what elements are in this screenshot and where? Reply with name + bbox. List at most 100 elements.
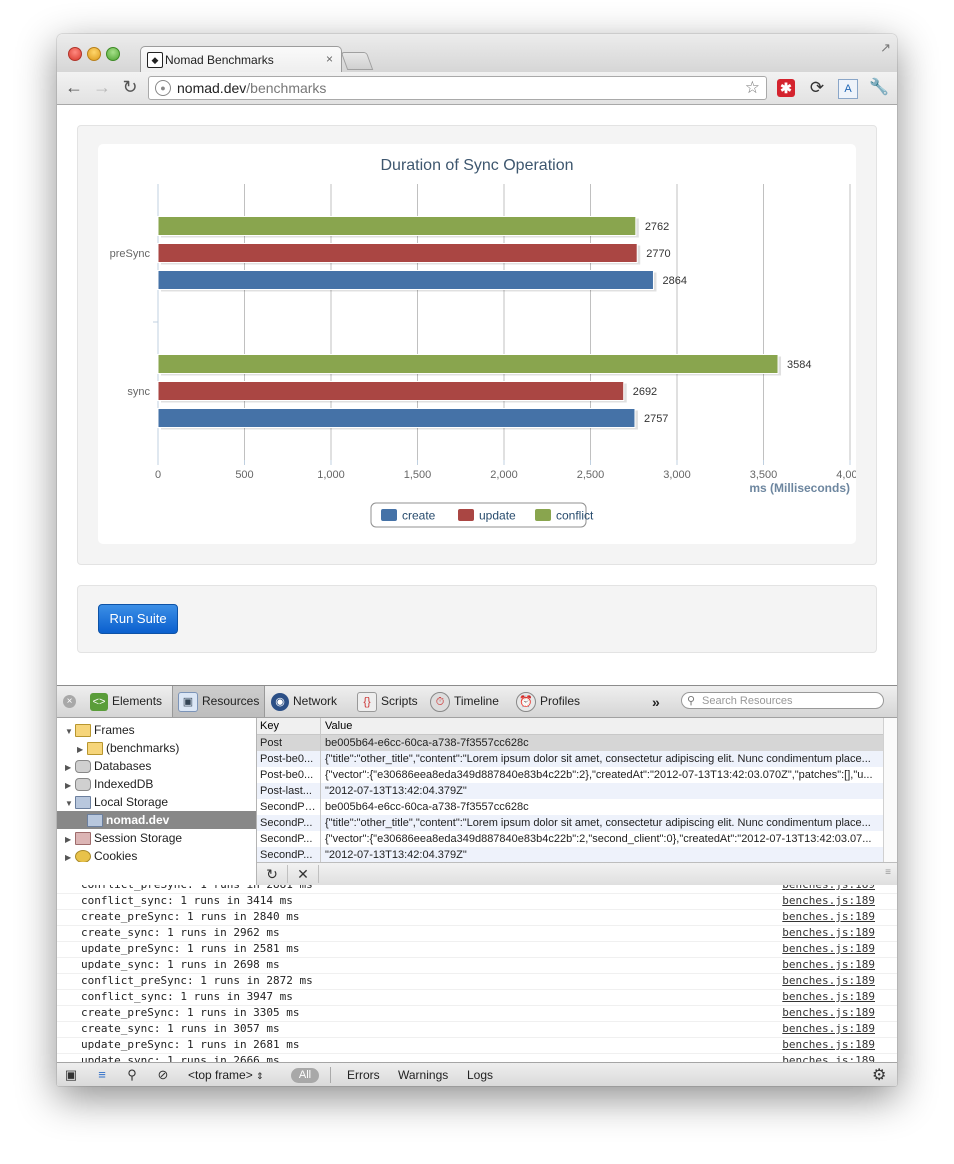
forward-button[interactable]: → (92, 77, 112, 98)
console-source-link[interactable]: benches.js:189 (782, 925, 875, 941)
browser-tab[interactable]: ◆ Nomad Benchmarks × (140, 46, 342, 73)
x-tick-label: 2,000 (490, 469, 518, 481)
console-source-link[interactable]: benches.js:189 (782, 1053, 875, 1062)
more-tabs-button[interactable]: » (652, 694, 660, 710)
console-source-link[interactable]: benches.js:189 (782, 893, 875, 909)
tree-label: IndexedDB (94, 777, 154, 791)
row-key: SecondP... (260, 833, 313, 845)
tree-label: (benchmarks) (106, 741, 180, 755)
local-storage-table: Key Value Post be005b64-e6cc-60ca-a738-7f… (257, 718, 883, 862)
run-suite-button[interactable]: Run Suite (98, 604, 178, 634)
translate-extension-icon[interactable]: A (838, 79, 858, 99)
tree-item-local-storage[interactable]: ▼ Local Storage (65, 793, 255, 811)
x-tick-label: 3,500 (750, 469, 778, 481)
row-value: "2012-07-13T13:42:04.379Z" (325, 849, 467, 861)
filter-errors-button[interactable]: Errors (347, 1068, 380, 1082)
table-row[interactable]: SecondP... "2012-07-13T13:42:04.379Z" (257, 847, 883, 862)
filter-all-button[interactable]: All (291, 1068, 319, 1083)
browser-window: ◆ Nomad Benchmarks × ↗ ← → ↻ ● nomad.dev… (57, 34, 897, 1086)
tree-item-frames[interactable]: ▼ Frames (65, 721, 255, 739)
table-row[interactable]: SecondPost be005b64-e6cc-60ca-a738-7f3557… (257, 799, 883, 815)
tab-close-icon[interactable]: × (326, 52, 333, 66)
bookmark-star-icon[interactable]: ☆ (745, 78, 760, 98)
tree-label: Databases (94, 759, 152, 773)
url-text: nomad.dev/benchmarks (177, 80, 326, 96)
console-toggle-icon[interactable]: ≡ (92, 1067, 112, 1083)
table-row[interactable]: Post-be0... {"title":"other_title","conte… (257, 751, 883, 767)
fullscreen-icon[interactable]: ↗ (880, 40, 891, 56)
tree-item-session-storage[interactable]: ▶ Session Storage (65, 829, 255, 847)
tab-profiles-label: Profiles (540, 694, 581, 708)
extension-red-icon[interactable]: ✱ (777, 79, 795, 97)
filter-logs-button[interactable]: Logs (467, 1068, 493, 1082)
tab-network[interactable]: ◉ Network (271, 686, 337, 717)
tree-item-databases[interactable]: ▶ Databases (65, 757, 255, 775)
console-source-link[interactable]: benches.js:189 (782, 941, 875, 957)
console-source-link[interactable]: benches.js:189 (782, 885, 875, 893)
tab-scripts-label: Scripts (381, 694, 418, 708)
column-header-key[interactable]: Key (260, 718, 279, 734)
tab-scripts[interactable]: {} Scripts (357, 686, 418, 717)
tree-item-indexeddb[interactable]: ▶ IndexedDB (65, 775, 255, 793)
table-scrollbar[interactable] (883, 718, 897, 862)
row-key: Post (260, 737, 283, 749)
tree-item-nomad-dev[interactable]: nomad.dev (57, 811, 256, 829)
tab-resources[interactable]: ▣ Resources (172, 686, 266, 717)
column-divider (320, 718, 321, 862)
tree-label: Session Storage (94, 831, 183, 845)
dock-icon[interactable]: ▣ (61, 1067, 81, 1083)
reload-button[interactable]: ↻ (120, 77, 140, 98)
tab-timeline[interactable]: ⏱ Timeline (430, 686, 499, 717)
legend-item-update: update (479, 509, 516, 523)
storage-toolbar: ↻ ✕ ≡ (257, 862, 897, 886)
expanded-triangle-icon[interactable]: ▼ (65, 723, 75, 741)
title-bar: ◆ Nomad Benchmarks × ↗ (57, 34, 897, 73)
sync-extension-icon[interactable]: ⟳ (808, 79, 826, 97)
frame-selector[interactable]: <top frame> ⇕ (188, 1068, 264, 1082)
address-bar[interactable]: ● nomad.dev/benchmarks ☆ (148, 76, 767, 100)
data-label: 3584 (787, 359, 811, 371)
table-row[interactable]: SecondP... {"title":"other_title","conten… (257, 815, 883, 831)
legend-swatch-update (458, 509, 474, 521)
console-message-text: conflict_preSync: 1 runs in 2881 ms (81, 885, 313, 893)
page-info-icon[interactable]: ● (155, 80, 171, 96)
timeline-icon: ⏱ (430, 691, 450, 712)
frame-selector-label: <top frame> (188, 1068, 253, 1082)
table-row[interactable]: Post-be0... {"vector":{"e30686eea8eda349d… (257, 767, 883, 783)
table-row[interactable]: SecondP... {"vector":{"e30686eea8eda349d8… (257, 831, 883, 847)
new-tab-button[interactable] (340, 52, 374, 70)
wrench-menu-icon[interactable]: 🔧 (869, 79, 889, 97)
tab-profiles[interactable]: ⏰ Profiles (516, 686, 580, 717)
bar-update (157, 381, 625, 401)
console-source-link[interactable]: benches.js:189 (782, 989, 875, 1005)
chart-container: Duration of Sync Operation 0 500 1,000 1,500… (98, 144, 864, 544)
filter-warnings-button[interactable]: Warnings (398, 1068, 448, 1082)
delete-icon[interactable]: ✕ (288, 865, 319, 883)
table-row[interactable]: Post be005b64-e6cc-60ca-a738-7f3557cc628c (257, 735, 883, 751)
search-resources-input[interactable]: ⚲ Search Resources (681, 692, 884, 709)
back-button[interactable]: ← (64, 77, 84, 98)
x-tick-label: 500 (235, 469, 253, 481)
column-header-value[interactable]: Value (325, 718, 352, 734)
console-message-text: create_preSync: 1 runs in 3305 ms (81, 1006, 300, 1019)
console-source-link[interactable]: benches.js:189 (782, 1037, 875, 1053)
console-source-link[interactable]: benches.js:189 (782, 957, 875, 973)
gear-icon[interactable]: ⚙ (872, 1065, 886, 1085)
tree-item-benchmarks-frame[interactable]: ▶ (benchmarks) (77, 739, 255, 757)
inspect-icon[interactable]: ⚲ (122, 1067, 142, 1083)
tab-elements[interactable]: <> Elements (90, 686, 162, 717)
devtools-close-icon[interactable]: × (63, 695, 76, 708)
table-row[interactable]: Post-last... "2012-07-13T13:42:04.379Z" (257, 783, 883, 799)
console-source-link[interactable]: benches.js:189 (782, 1021, 875, 1037)
console-source-link[interactable]: benches.js:189 (782, 1005, 875, 1021)
clear-console-icon[interactable]: ⊘ (153, 1067, 173, 1083)
minimize-window-button[interactable] (87, 47, 101, 61)
refresh-icon[interactable]: ↻ (257, 865, 288, 883)
console-source-link[interactable]: benches.js:189 (782, 909, 875, 925)
folder-icon (75, 724, 91, 738)
resize-grip-icon[interactable]: ≡ (885, 867, 891, 878)
close-window-button[interactable] (68, 47, 82, 61)
legend-item-create: create (402, 509, 436, 523)
console-source-link[interactable]: benches.js:189 (782, 973, 875, 989)
maximize-window-button[interactable] (106, 47, 120, 61)
